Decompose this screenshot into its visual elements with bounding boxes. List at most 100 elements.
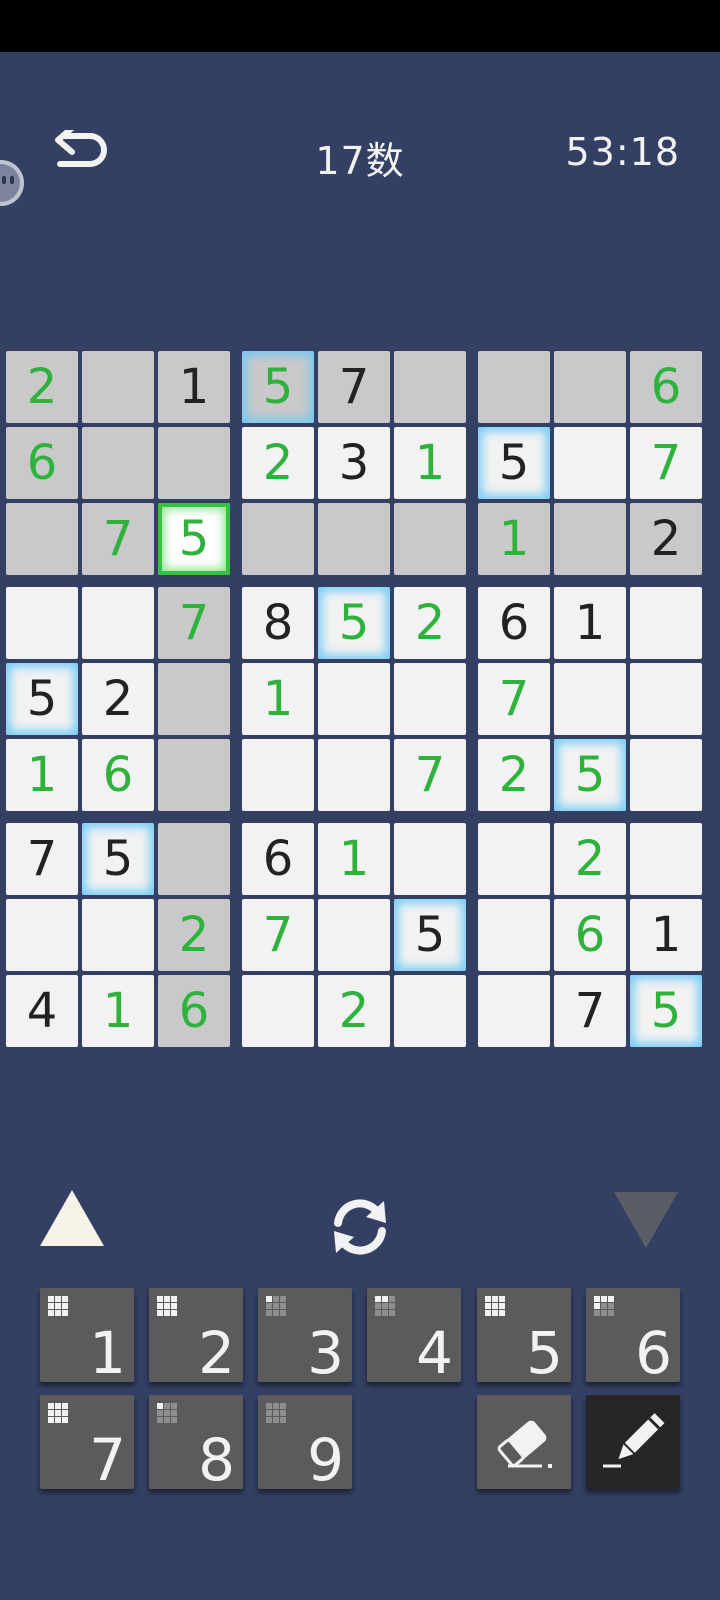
sudoku-cell[interactable]: 2	[554, 823, 626, 895]
sudoku-cell[interactable]	[394, 351, 466, 423]
remaining-count-grid-icon	[375, 1296, 395, 1316]
pencil-button[interactable]	[586, 1395, 680, 1489]
sudoku-cell[interactable]: 7	[478, 663, 550, 735]
eraser-button[interactable]	[477, 1395, 571, 1489]
triangle-down-icon[interactable]	[614, 1192, 678, 1248]
sudoku-cell[interactable]	[630, 663, 702, 735]
sudoku-cell[interactable]	[318, 663, 390, 735]
sudoku-cell[interactable]	[318, 899, 390, 971]
sudoku-cell[interactable]: 2	[82, 663, 154, 735]
sudoku-cell[interactable]	[6, 899, 78, 971]
sudoku-cell[interactable]: 1	[554, 587, 626, 659]
sudoku-cell[interactable]: 1	[242, 663, 314, 735]
sudoku-cell[interactable]: 2	[6, 351, 78, 423]
sudoku-cell[interactable]: 6	[6, 427, 78, 499]
sudoku-cell[interactable]: 6	[82, 739, 154, 811]
sudoku-cell[interactable]	[478, 351, 550, 423]
sudoku-cell[interactable]	[554, 663, 626, 735]
sudoku-cell[interactable]	[242, 503, 314, 575]
sudoku-cell[interactable]: 1	[6, 739, 78, 811]
sudoku-cell[interactable]	[158, 663, 230, 735]
sudoku-cell[interactable]	[6, 503, 78, 575]
number-key-7[interactable]: 7	[40, 1395, 134, 1489]
sudoku-cell[interactable]	[242, 975, 314, 1047]
sudoku-cell[interactable]	[394, 975, 466, 1047]
sudoku-cell[interactable]: 1	[82, 975, 154, 1047]
sudoku-cell[interactable]: 5	[242, 351, 314, 423]
number-key-5[interactable]: 5	[477, 1288, 571, 1382]
back-button[interactable]	[50, 125, 110, 184]
sudoku-cell[interactable]	[242, 739, 314, 811]
sudoku-cell[interactable]: 6	[158, 975, 230, 1047]
sudoku-cell[interactable]: 7	[158, 587, 230, 659]
sudoku-cell[interactable]: 8	[242, 587, 314, 659]
sudoku-cell[interactable]	[158, 739, 230, 811]
sudoku-cell[interactable]: 1	[318, 823, 390, 895]
sudoku-cell[interactable]: 2	[394, 587, 466, 659]
sudoku-cell[interactable]: 7	[394, 739, 466, 811]
sudoku-cell[interactable]: 6	[630, 351, 702, 423]
sudoku-cell[interactable]: 7	[630, 427, 702, 499]
sudoku-board: 2157662315775127852615217167257561227561…	[6, 351, 714, 1060]
sudoku-cell[interactable]	[478, 975, 550, 1047]
sudoku-cell[interactable]: 2	[478, 739, 550, 811]
sudoku-cell[interactable]: 4	[6, 975, 78, 1047]
number-key-9[interactable]: 9	[258, 1395, 352, 1489]
status-bar	[0, 0, 720, 52]
sudoku-cell[interactable]	[158, 823, 230, 895]
sudoku-cell[interactable]	[394, 503, 466, 575]
number-key-3[interactable]: 3	[258, 1288, 352, 1382]
sudoku-cell[interactable]	[6, 587, 78, 659]
sudoku-cell[interactable]: 5	[318, 587, 390, 659]
sudoku-cell[interactable]	[394, 823, 466, 895]
sudoku-cell[interactable]	[478, 823, 550, 895]
sudoku-cell[interactable]: 5	[554, 739, 626, 811]
sudoku-cell[interactable]: 2	[318, 975, 390, 1047]
number-key-1[interactable]: 1	[40, 1288, 134, 1382]
sudoku-cell[interactable]: 5	[82, 823, 154, 895]
sudoku-cell[interactable]: 5	[394, 899, 466, 971]
number-key-4[interactable]: 4	[367, 1288, 461, 1382]
sudoku-cell[interactable]: 5	[158, 503, 230, 575]
sudoku-cell[interactable]: 1	[630, 899, 702, 971]
sudoku-cell[interactable]: 1	[478, 503, 550, 575]
sudoku-cell[interactable]: 1	[158, 351, 230, 423]
sudoku-cell[interactable]	[630, 587, 702, 659]
sudoku-cell[interactable]: 2	[630, 503, 702, 575]
sudoku-cell[interactable]	[394, 663, 466, 735]
sudoku-cell[interactable]	[158, 427, 230, 499]
sudoku-cell[interactable]	[318, 739, 390, 811]
sudoku-cell[interactable]: 5	[6, 663, 78, 735]
sudoku-cell[interactable]	[478, 899, 550, 971]
sudoku-cell[interactable]: 7	[242, 899, 314, 971]
sudoku-cell[interactable]: 6	[554, 899, 626, 971]
sudoku-cell[interactable]	[82, 351, 154, 423]
sudoku-cell[interactable]: 7	[554, 975, 626, 1047]
sudoku-cell[interactable]	[554, 351, 626, 423]
sudoku-cell[interactable]: 6	[478, 587, 550, 659]
floating-assistant-bubble[interactable]	[0, 160, 24, 206]
sudoku-cell[interactable]: 6	[242, 823, 314, 895]
sudoku-cell[interactable]	[82, 899, 154, 971]
sudoku-cell[interactable]	[554, 427, 626, 499]
sudoku-cell[interactable]: 7	[318, 351, 390, 423]
sudoku-cell[interactable]: 7	[82, 503, 154, 575]
sudoku-cell[interactable]	[82, 587, 154, 659]
sudoku-cell[interactable]	[318, 503, 390, 575]
sudoku-cell[interactable]: 2	[242, 427, 314, 499]
sudoku-cell[interactable]	[630, 739, 702, 811]
sudoku-cell[interactable]: 1	[394, 427, 466, 499]
sudoku-cell[interactable]: 7	[6, 823, 78, 895]
number-key-2[interactable]: 2	[149, 1288, 243, 1382]
sudoku-cell[interactable]: 3	[318, 427, 390, 499]
sudoku-cell[interactable]: 5	[630, 975, 702, 1047]
triangle-up-icon[interactable]	[40, 1190, 104, 1246]
sudoku-cell[interactable]: 5	[478, 427, 550, 499]
refresh-button[interactable]	[326, 1193, 394, 1261]
number-key-8[interactable]: 8	[149, 1395, 243, 1489]
sudoku-cell[interactable]	[630, 823, 702, 895]
number-key-6[interactable]: 6	[586, 1288, 680, 1382]
sudoku-cell[interactable]	[554, 503, 626, 575]
sudoku-cell[interactable]: 2	[158, 899, 230, 971]
sudoku-cell[interactable]	[82, 427, 154, 499]
